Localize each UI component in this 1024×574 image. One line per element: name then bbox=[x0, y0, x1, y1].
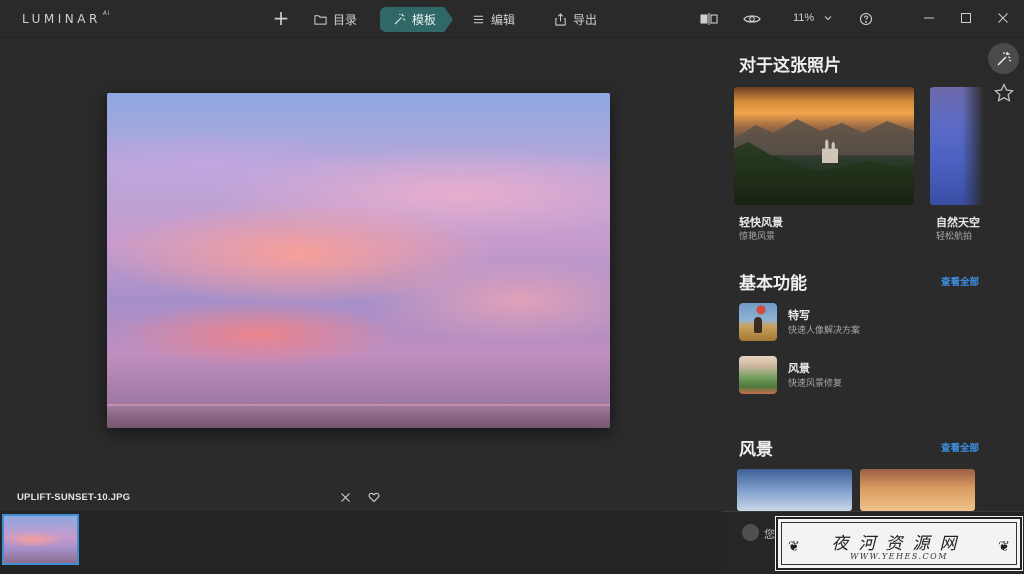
see-all-link[interactable]: 查看全部 bbox=[941, 440, 979, 454]
share-icon bbox=[555, 13, 566, 26]
edit-tab[interactable]: 编辑 bbox=[472, 7, 515, 32]
watermark-title: 夜河资源网 bbox=[831, 534, 967, 554]
watermark-url: WWW.YEHES.COM bbox=[850, 552, 948, 561]
landscape-template-image[interactable] bbox=[737, 469, 852, 511]
feature-subtitle: 快速人像解决方案 bbox=[788, 325, 861, 335]
zoom-value: 11% bbox=[793, 12, 815, 24]
template-card-image[interactable] bbox=[734, 87, 914, 205]
export-label: 导出 bbox=[573, 13, 598, 27]
bottom-text: 您 bbox=[764, 529, 775, 541]
logo-sup: AI bbox=[102, 10, 111, 17]
export-button[interactable]: 导出 bbox=[554, 7, 597, 32]
templates-tab[interactable]: 模板 bbox=[380, 7, 453, 32]
status-indicator bbox=[742, 524, 759, 541]
sliders-icon bbox=[473, 15, 484, 24]
feature-thumbnail bbox=[739, 303, 777, 341]
main-photo[interactable] bbox=[107, 93, 610, 428]
close-window-icon[interactable] bbox=[996, 11, 1010, 25]
feature-title: 特写 bbox=[788, 310, 810, 322]
minimize-icon[interactable] bbox=[922, 11, 936, 25]
star-icon[interactable] bbox=[993, 82, 1015, 104]
reject-icon[interactable] bbox=[340, 492, 351, 503]
feature-subtitle: 快速风景修复 bbox=[788, 378, 843, 388]
top-bar: LUMINAR AI + 目录 模板 编辑 导出 11% bbox=[0, 0, 1024, 38]
eye-icon[interactable] bbox=[743, 11, 761, 27]
essentials-title: 基本功能 bbox=[739, 274, 807, 293]
ornament-right: ❦ bbox=[998, 539, 1010, 555]
watermark: ❦ 夜河资源网 WWW.YEHES.COM ❦ bbox=[775, 516, 1023, 571]
logo-text: LUMINAR bbox=[22, 12, 101, 26]
templates-side-button[interactable] bbox=[988, 43, 1019, 74]
see-all-link[interactable]: 查看全部 bbox=[941, 274, 979, 288]
help-icon[interactable] bbox=[857, 11, 875, 27]
magic-wand-icon bbox=[997, 51, 1011, 65]
feature-title: 风景 bbox=[788, 363, 810, 375]
feature-item-portrait[interactable]: 特写 快速人像解决方案 bbox=[739, 303, 979, 343]
catalog-label: 目录 bbox=[333, 13, 358, 27]
template-card-title: 轻快风景 bbox=[739, 217, 783, 229]
compare-icon[interactable] bbox=[700, 11, 718, 27]
catalog-tab[interactable]: 目录 bbox=[314, 7, 357, 32]
add-photos-button[interactable]: + bbox=[271, 8, 291, 29]
file-info-row: UPLIFT-SUNSET-10.JPG bbox=[0, 490, 722, 508]
landscape-section-title: 风景 bbox=[739, 440, 773, 459]
templates-label: 模板 bbox=[412, 13, 437, 27]
heart-icon[interactable] bbox=[368, 491, 380, 503]
photo-sea bbox=[107, 406, 610, 428]
folder-icon bbox=[314, 15, 327, 25]
chevron-down-icon bbox=[824, 16, 832, 21]
zoom-dropdown[interactable]: 11% bbox=[793, 12, 832, 24]
portrait-figure bbox=[754, 317, 762, 333]
file-name: UPLIFT-SUNSET-10.JPG bbox=[17, 492, 131, 503]
maximize-icon[interactable] bbox=[959, 11, 973, 25]
templates-panel: 对于这张照片 轻快风景 惊艳风景 自然天空 轻松航拍 基本功能 查看全部 特写 … bbox=[722, 39, 984, 511]
template-card-title: 自然天空 bbox=[936, 217, 980, 229]
magic-wand-icon bbox=[394, 13, 406, 25]
filmstrip-thumbnail[interactable] bbox=[2, 514, 79, 565]
side-toolbar bbox=[984, 39, 1024, 511]
feature-thumbnail bbox=[739, 356, 777, 394]
edit-label: 编辑 bbox=[491, 13, 516, 27]
filmstrip bbox=[0, 511, 722, 574]
for-this-photo-title: 对于这张照片 bbox=[739, 56, 841, 75]
template-card-subtitle: 轻松航拍 bbox=[936, 231, 973, 241]
feature-item-landscape[interactable]: 风景 快速风景修复 bbox=[739, 356, 979, 396]
app-logo: LUMINAR AI bbox=[22, 10, 111, 26]
image-canvas bbox=[0, 39, 722, 479]
template-card-subtitle: 惊艳风景 bbox=[739, 231, 776, 241]
landscape-template-image[interactable] bbox=[860, 469, 975, 511]
